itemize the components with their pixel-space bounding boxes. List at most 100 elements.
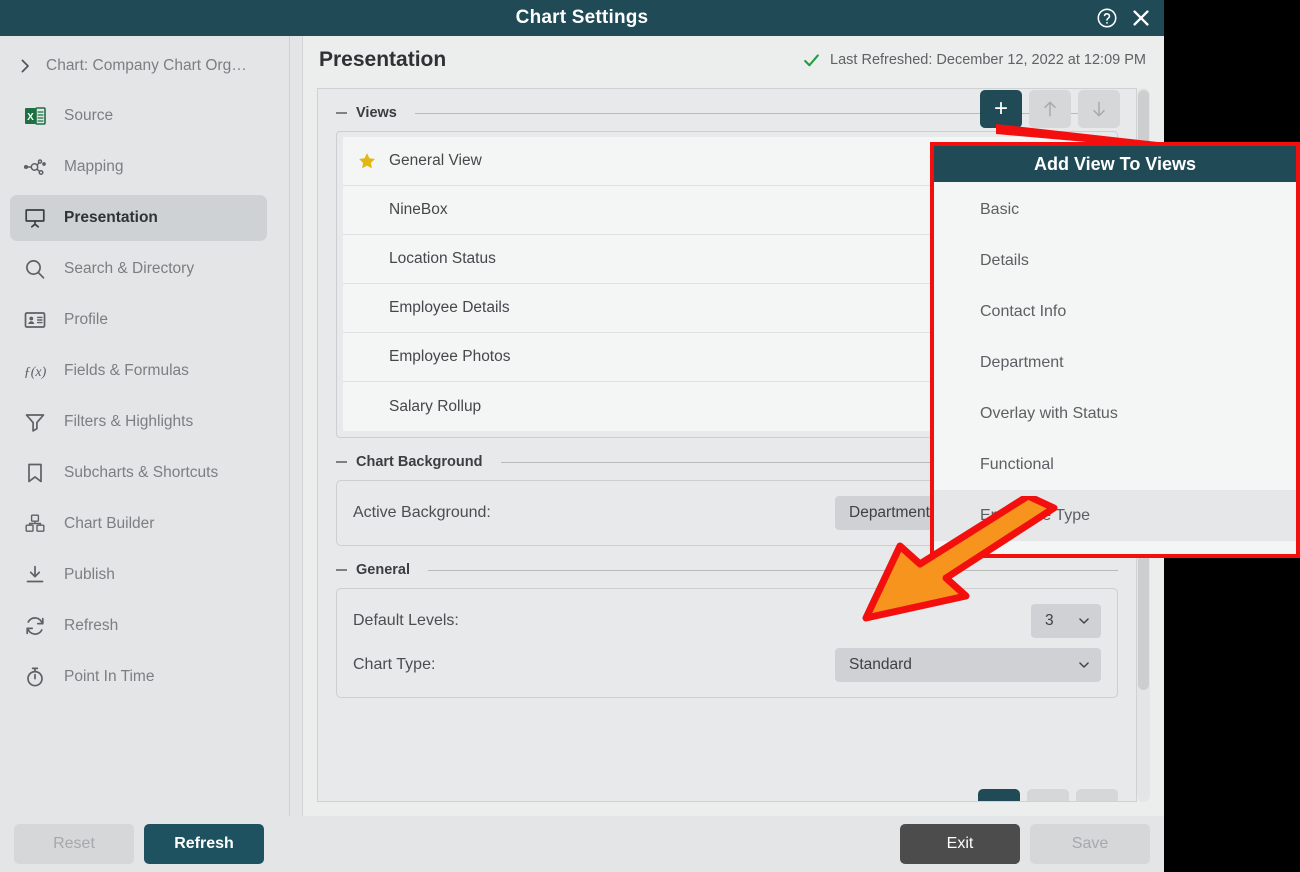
chart-type-value: Standard [849, 656, 912, 673]
sidebar-item-label: Fields & Formulas [64, 362, 189, 379]
view-name: Location Status [389, 250, 496, 267]
general-legend-label: General [356, 562, 410, 578]
breadcrumb[interactable]: Chart: Company Chart Org… [0, 44, 289, 88]
default-levels-label: Default Levels: [353, 612, 459, 629]
sidebar-item-point-in-time[interactable]: Point In Time [10, 654, 267, 700]
move-view-up-button[interactable] [1029, 90, 1071, 128]
chevron-down-icon [1079, 618, 1089, 624]
popup-options-list: Basic Details Contact Info Department Ov… [934, 182, 1296, 541]
sidebar-item-search-and-directory[interactable]: Search & Directory [10, 246, 267, 292]
menu-item-overlay-with-status[interactable]: Overlay with Status [934, 388, 1296, 439]
sidebar-item-label: Source [64, 107, 114, 124]
screen: Chart Settings Chart: Company Chart Org… [0, 0, 1300, 872]
close-icon[interactable] [1130, 7, 1152, 29]
chart-type-select[interactable]: Standard [835, 648, 1101, 682]
menu-item-functional[interactable]: Functional [934, 439, 1296, 490]
sidebar-item-mapping[interactable]: Mapping [10, 144, 267, 190]
chevron-right-icon [21, 59, 29, 73]
sidebar-item-label: Filters & Highlights [64, 413, 194, 430]
collapse-dash-icon[interactable] [336, 461, 347, 463]
active-background-label: Active Background: [353, 504, 491, 521]
sidebar-item-label: Chart Builder [64, 515, 155, 532]
collapse-dash-icon[interactable] [336, 112, 347, 114]
titlebar-actions [1096, 0, 1152, 36]
menu-item-contact-info[interactable]: Contact Info [934, 286, 1296, 337]
svg-text:X: X [27, 112, 34, 123]
menu-item-basic[interactable]: Basic [934, 184, 1296, 235]
clipped-add-button[interactable] [978, 789, 1020, 801]
sidebar-item-subcharts-and-shortcuts[interactable]: Subcharts & Shortcuts [10, 450, 267, 496]
chart-background-legend-label: Chart Background [356, 454, 483, 470]
menu-item-label: Department [980, 353, 1064, 371]
function-icon: ƒ(x) [22, 358, 48, 384]
views-group: Views + [336, 89, 1120, 128]
arrow-down-icon [1093, 101, 1105, 117]
sidebar-item-label: Presentation [64, 209, 158, 226]
window-title: Chart Settings [515, 7, 649, 28]
sidebar-item-label: Refresh [64, 617, 119, 634]
refresh-button[interactable]: Refresh [144, 824, 264, 864]
view-name: General View [389, 152, 482, 169]
menu-item-label: Basic [980, 200, 1020, 218]
last-refreshed-text: Last Refreshed: December 12, 2022 at 12:… [830, 52, 1146, 68]
check-icon [804, 53, 819, 66]
search-icon [22, 256, 48, 282]
id-card-icon [22, 307, 48, 333]
menu-item-label: Contact Info [980, 302, 1067, 320]
sidebar-item-profile[interactable]: Profile [10, 297, 267, 343]
collapse-dash-icon[interactable] [336, 569, 347, 571]
sidebar-item-presentation[interactable]: Presentation [10, 195, 267, 241]
arrow-up-icon [1044, 101, 1056, 117]
chart-type-row: Chart Type: Standard [353, 643, 1101, 687]
save-button[interactable]: Save [1030, 824, 1150, 864]
menu-item-label: Functional [980, 455, 1054, 473]
sidebar-item-refresh[interactable]: Refresh [10, 603, 267, 649]
last-refreshed-status: Last Refreshed: December 12, 2022 at 12:… [802, 51, 1146, 70]
footer-right-actions: Exit Save [900, 824, 1150, 864]
clipped-down-button[interactable] [1076, 789, 1118, 801]
excel-file-icon: X [22, 103, 48, 129]
views-toolbar: + [980, 90, 1120, 128]
menu-item-label: Details [980, 251, 1029, 269]
download-icon [22, 562, 48, 588]
sidebar-item-publish[interactable]: Publish [10, 552, 267, 598]
menu-item-label: Overlay with Status [980, 404, 1118, 422]
breadcrumb-label: Chart: Company Chart Org… [46, 57, 247, 74]
add-view-button[interactable]: + [980, 90, 1022, 128]
view-name: Salary Rollup [389, 397, 482, 415]
sidebar-item-label: Search & Directory [64, 260, 195, 277]
blocks-icon [22, 511, 48, 537]
popup-title: Add View To Views [934, 146, 1296, 182]
sidebar-item-label: Subcharts & Shortcuts [64, 464, 219, 481]
views-legend-label: Views [356, 105, 397, 121]
help-circle-icon[interactable] [1096, 7, 1118, 29]
settings-sidebar: Chart: Company Chart Org… X Source Mappi… [0, 36, 290, 816]
star-icon[interactable] [357, 151, 377, 171]
node-mapping-icon [22, 154, 48, 180]
exit-button[interactable]: Exit [900, 824, 1020, 864]
clipped-up-button[interactable] [1027, 789, 1069, 801]
sidebar-item-label: Publish [64, 566, 115, 583]
reset-button[interactable]: Reset [14, 824, 134, 864]
menu-item-details[interactable]: Details [934, 235, 1296, 286]
sidebar-item-source[interactable]: X Source [10, 93, 267, 139]
refresh-icon [22, 613, 48, 639]
chart-type-label: Chart Type: [353, 656, 436, 673]
sidebar-item-chart-builder[interactable]: Chart Builder [10, 501, 267, 547]
sidebar-item-fields-and-formulas[interactable]: ƒ(x) Fields & Formulas [10, 348, 267, 394]
page-title: Presentation [319, 48, 447, 71]
plus-icon: + [993, 95, 1008, 122]
funnel-icon [22, 409, 48, 435]
stopwatch-icon [22, 664, 48, 690]
presentation-icon [22, 205, 48, 231]
clipped-toolbar [336, 789, 1118, 801]
orange-arrow-annotation [862, 496, 1058, 622]
panel-header: Presentation Last Refreshed: December 12… [303, 36, 1164, 84]
sidebar-item-label: Point In Time [64, 668, 155, 685]
svg-text:ƒ(x): ƒ(x) [24, 365, 47, 380]
move-view-down-button[interactable] [1078, 90, 1120, 128]
menu-item-department[interactable]: Department [934, 337, 1296, 388]
sidebar-item-filters-and-highlights[interactable]: Filters & Highlights [10, 399, 267, 445]
chevron-down-icon [1079, 662, 1089, 668]
bookmark-icon [22, 460, 48, 486]
